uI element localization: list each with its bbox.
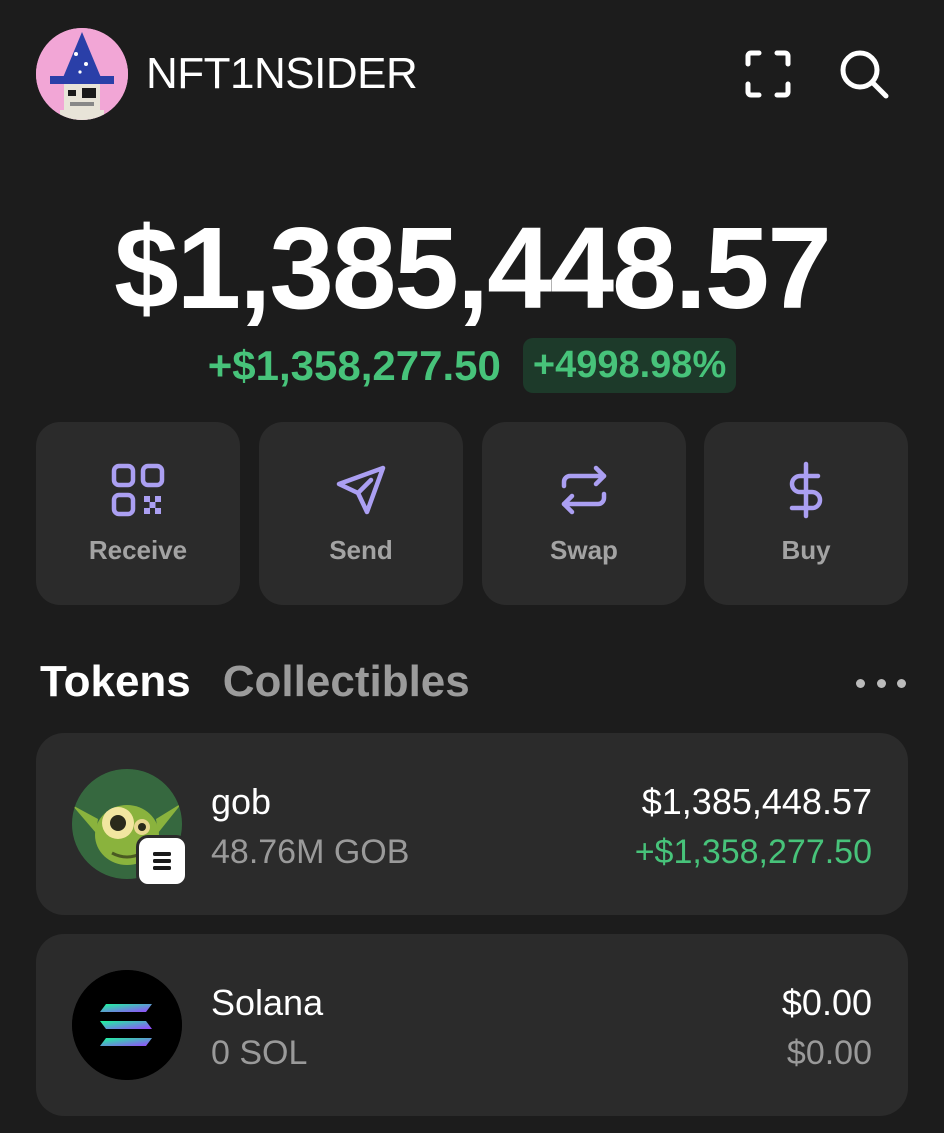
send-label: Send — [329, 535, 393, 565]
token-name: gob — [211, 781, 272, 822]
dollar-icon — [704, 460, 908, 520]
swap-arrows-icon — [482, 460, 686, 520]
asset-tabs: Tokens Collectibles — [40, 657, 470, 713]
token-value: $0.00 — [781, 982, 872, 1023]
receive-label: Receive — [88, 535, 188, 565]
dot — [876, 678, 886, 688]
solana-chain-badge-icon — [136, 835, 188, 887]
receive-button[interactable]: Receive — [36, 422, 240, 605]
token-change: $0.00 — [786, 1034, 872, 1072]
swap-label: Swap — [550, 535, 618, 565]
send-button[interactable]: Send — [259, 422, 463, 605]
search-icon[interactable] — [836, 46, 892, 102]
swap-button[interactable]: Swap — [482, 422, 686, 605]
tab-collectibles[interactable]: Collectibles — [223, 657, 470, 713]
total-balance: $1,385,448.57 — [114, 203, 832, 333]
balance-change-row: +$1,358,277.50 +4998.98% — [0, 338, 944, 393]
token-row-gob[interactable]: gob 48.76M GOB $1,385,448.57 +$1,358,277… — [36, 733, 908, 915]
tab-tokens[interactable]: Tokens — [40, 657, 191, 713]
username[interactable]: NFT1NSIDER — [146, 48, 418, 100]
buy-button[interactable]: Buy — [704, 422, 908, 605]
header: NFT1NSIDER — [0, 0, 944, 150]
token-amount: 48.76M GOB — [211, 833, 410, 871]
token-amount: 0 SOL — [211, 1034, 308, 1072]
token-change: +$1,358,277.50 — [634, 833, 872, 871]
solana-token-icon — [72, 970, 182, 1080]
buy-label: Buy — [781, 535, 831, 565]
paper-plane-icon — [259, 460, 463, 520]
dot — [856, 678, 865, 688]
token-name: Solana — [211, 982, 324, 1023]
balance-change-amount: +$1,358,277.50 — [207, 341, 501, 389]
more-options-icon[interactable] — [856, 668, 906, 698]
token-value: $1,385,448.57 — [641, 781, 872, 822]
balance-change-percent-badge: +4998.98% — [522, 338, 737, 393]
qr-code-icon — [36, 460, 240, 520]
action-buttons: Receive Send Swap Buy — [36, 422, 908, 605]
wizard-skeleton-avatar-image — [36, 28, 128, 120]
scan-icon[interactable] — [740, 46, 796, 102]
dot — [897, 678, 906, 688]
avatar[interactable] — [36, 28, 128, 120]
token-row-solana[interactable]: Solana 0 SOL $0.00 $0.00 — [36, 934, 908, 1116]
